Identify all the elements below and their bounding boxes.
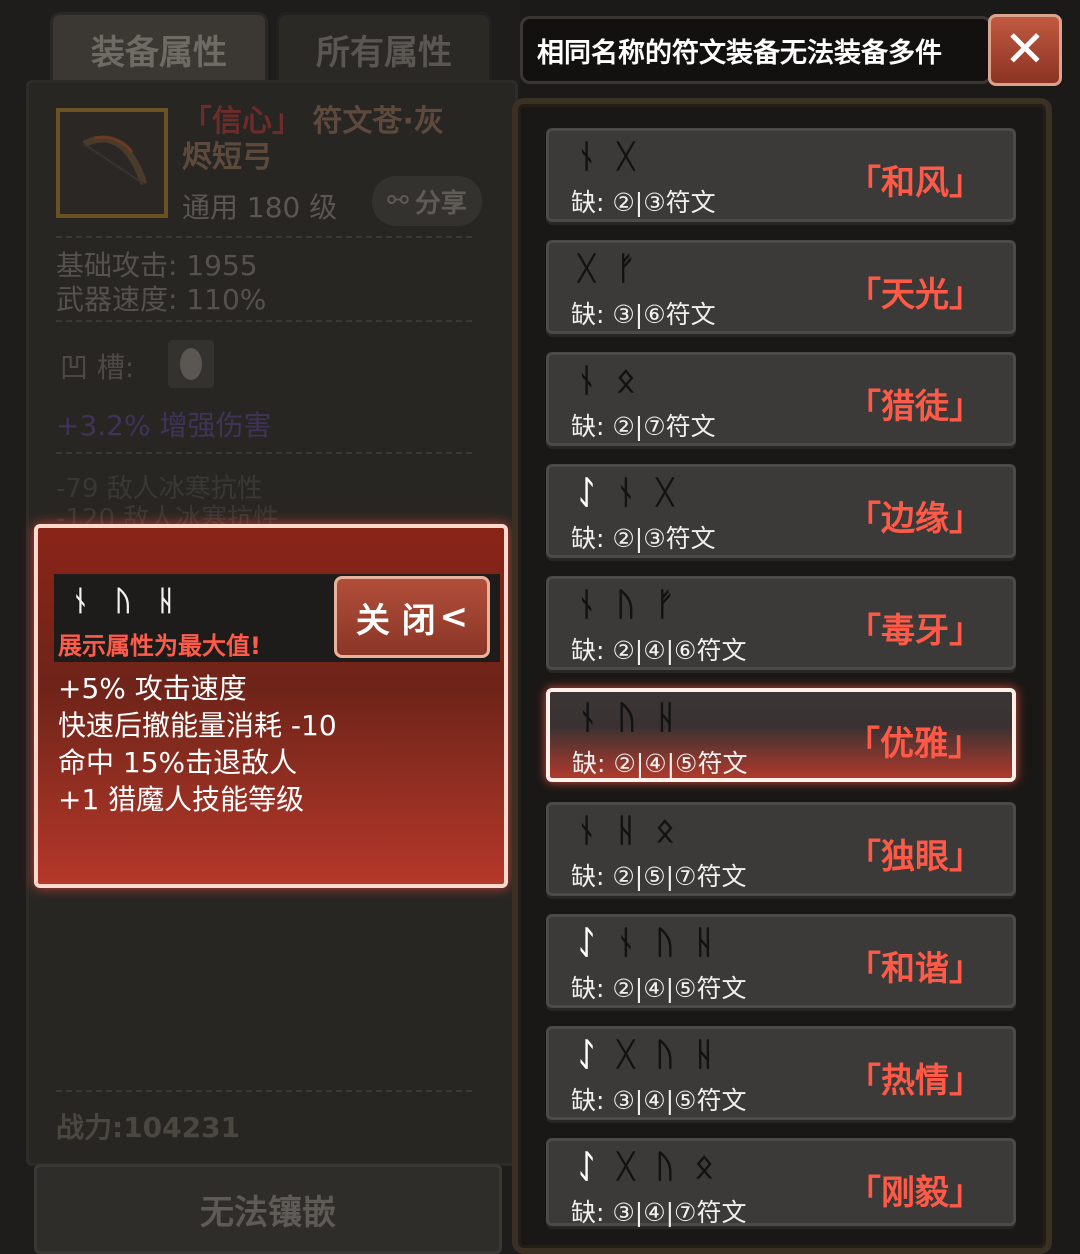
rune-icons: ᛇᚾᚷ — [577, 473, 695, 511]
item-level: 通用 180 级 — [182, 191, 338, 224]
tab-equip-attributes[interactable]: 装备属性 — [50, 12, 268, 83]
share-button[interactable]: ⚯ 分享 — [372, 176, 482, 226]
bow-icon — [82, 135, 148, 186]
runeword-name: 「刚毅」 — [847, 1173, 983, 1213]
effect-line: 快速后撤能量消耗 -10 — [58, 709, 337, 742]
rune-icons: ᚾᛟ — [577, 361, 656, 399]
runeword-card[interactable]: ᚾᛟ 缺: ②|⑦符文 「猎徒」 — [546, 352, 1016, 446]
effect-line: 命中 15%击退敌人 — [58, 746, 298, 779]
chevron-left-icon: < — [439, 597, 469, 637]
rune-icons: ᚾᚢᚺ — [578, 698, 696, 736]
runeword-card[interactable]: ᛇᚷᚢᛟ 缺: ③|④|⑦符文 「刚毅」 — [546, 1138, 1016, 1227]
cannot-embed-button[interactable]: 无法镶嵌 — [34, 1164, 502, 1254]
missing-runes: 缺: ②|③符文 — [571, 524, 716, 553]
rune-icons: ᚾᚺᛟ — [577, 811, 695, 849]
missing-runes: 缺: ②|③符文 — [571, 188, 716, 217]
runeword-name: 「毒牙」 — [847, 611, 983, 651]
runeword-name: 「独眼」 — [847, 837, 983, 877]
divider — [56, 1090, 476, 1092]
runeword-name: 「边缘」 — [847, 499, 983, 539]
effect-line: +1 猎魔人技能等级 — [58, 783, 305, 816]
runeword-card[interactable]: ᚷᚠ 缺: ③|⑥符文 「天光」 — [546, 240, 1016, 334]
runeword-name: 「优雅」 — [846, 724, 982, 764]
runeword-name: 「和风」 — [847, 163, 983, 203]
close-icon[interactable]: ✕ — [988, 14, 1062, 86]
item-name-rune: 「信心」 — [182, 104, 302, 139]
runeword-name: 「天光」 — [847, 275, 983, 315]
item-name-main: 符文苍·灰 — [312, 104, 444, 139]
item-icon-frame — [56, 108, 168, 218]
runeword-name: 「和谐」 — [847, 949, 983, 989]
tooltip-runes: ᚾᚢᚺ — [72, 584, 201, 617]
rune-icons: ᛇᚷᚢᛟ — [577, 1147, 734, 1185]
rune-icons: ᚾᚷ — [577, 137, 656, 175]
divider — [56, 320, 476, 322]
close-label: 关 闭 — [355, 600, 436, 641]
share-label: 分享 — [414, 188, 467, 219]
tab-all-attributes[interactable]: 所有属性 — [276, 12, 492, 83]
runeword-name: 「猎徒」 — [847, 387, 983, 427]
stat-weapon-speed: 武器速度: 110% — [56, 283, 267, 316]
missing-runes: 缺: ②|④|⑥符文 — [571, 636, 747, 665]
runeword-card[interactable]: ᚾᚢᚠ 缺: ②|④|⑥符文 「毒牙」 — [546, 576, 1016, 670]
divider — [56, 236, 476, 238]
tooltip-max-warning: 展示属性为最大值! — [58, 632, 261, 660]
rune-icons: ᛇᚾᚢᚺ — [577, 923, 734, 961]
socket-bonus: +3.2% 增强伤害 — [56, 409, 272, 442]
runeword-card-selected[interactable]: ᚾᚢᚺ 缺: ②|④|⑤符文 「优雅」 — [546, 688, 1016, 782]
missing-runes: 缺: ②|④|⑤符文 — [572, 749, 748, 778]
missing-runes: 缺: ③|④|⑤符文 — [571, 1086, 747, 1115]
missing-runes: 缺: ②|⑤|⑦符文 — [571, 862, 747, 891]
share-icon: ⚯ — [387, 186, 409, 216]
runeword-card[interactable]: ᚾᚷ 缺: ②|③符文 「和风」 — [546, 128, 1016, 222]
rune-icons: ᚷᚠ — [577, 249, 656, 287]
tooltip-effects: +5% 攻击速度 快速后撤能量消耗 -10 命中 15%击退敌人 +1 猎魔人技… — [58, 670, 337, 818]
socket-label: 凹 槽: — [60, 351, 135, 384]
runeword-card[interactable]: ᛇᚾᚷ 缺: ②|③符文 「边缘」 — [546, 464, 1016, 558]
divider — [56, 452, 476, 454]
runeword-card[interactable]: ᛇᚷᚢᚺ 缺: ③|④|⑤符文 「热情」 — [546, 1026, 1016, 1120]
combat-power: 战力:104231 — [56, 1111, 241, 1144]
rune-icons: ᛇᚷᚢᚺ — [577, 1035, 734, 1073]
notice-banner: 相同名称的符文装备无法装备多件 — [520, 16, 992, 84]
item-name: 「信心」 符文苍·灰 烬短弓 — [182, 104, 502, 176]
missing-runes: 缺: ②|④|⑤符文 — [571, 974, 747, 1003]
runeword-card[interactable]: ᛇᚾᚢᚺ 缺: ②|④|⑤符文 「和谐」 — [546, 914, 1016, 1008]
missing-runes: 缺: ③|④|⑦符文 — [571, 1198, 747, 1227]
missing-runes: 缺: ②|⑦符文 — [571, 412, 716, 441]
effect-line: +5% 攻击速度 — [58, 672, 247, 705]
runeword-card[interactable]: ᚾᚺᛟ 缺: ②|⑤|⑦符文 「独眼」 — [546, 802, 1016, 896]
runeword-tooltip: ᚾᚢᚺ 展示属性为最大值! 关 闭 < +5% 攻击速度 快速后撤能量消耗 -1… — [34, 524, 508, 888]
socket-gem-icon — [168, 340, 214, 388]
item-name-line2: 烬短弓 — [182, 140, 272, 175]
rune-icons: ᚾᚢᚠ — [577, 585, 695, 623]
runeword-name: 「热情」 — [847, 1061, 983, 1101]
close-tooltip-button[interactable]: 关 闭 < — [334, 576, 490, 658]
missing-runes: 缺: ③|⑥符文 — [571, 300, 716, 329]
